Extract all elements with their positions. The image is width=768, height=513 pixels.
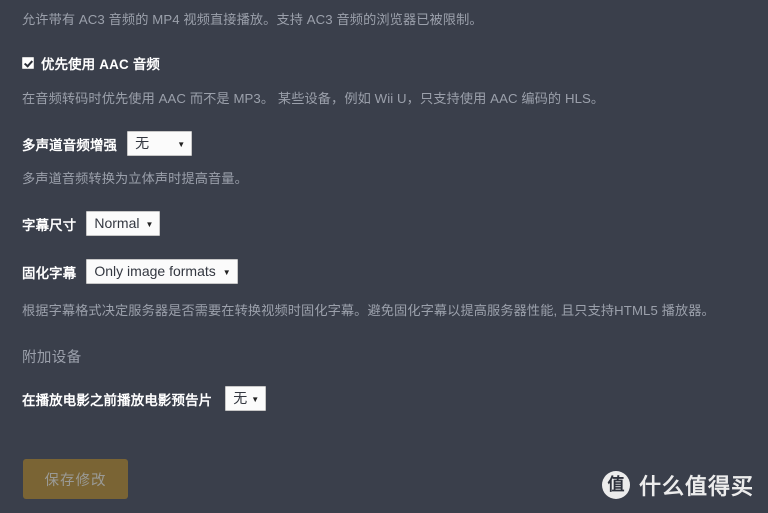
play-trailer-row: 在播放电影之前播放电影预告片 无 ▼: [22, 386, 267, 411]
prefer-aac-checkbox-row[interactable]: 优先使用 AAC 音频: [22, 53, 160, 73]
play-trailer-label: 在播放电影之前播放电影预告片: [22, 392, 213, 408]
burn-subtitles-select[interactable]: Only image formats ▼: [86, 259, 238, 284]
multichannel-boost-row: 多声道音频增强 无 ▼: [22, 131, 193, 156]
save-changes-button[interactable]: 保存修改: [23, 459, 128, 499]
settings-page: 允许带有 AC3 音频的 MP4 视频直接播放。支持 AC3 音频的浏览器已被限…: [0, 0, 768, 513]
chevron-down-icon: ▼: [145, 219, 154, 229]
multichannel-boost-description: 多声道音频转换为立体声时提高音量。: [22, 171, 248, 186]
burn-subtitles-description: 根据字幕格式决定服务器是否需要在转换视频时固化字幕。避免固化字幕以提高服务器性能…: [22, 303, 715, 318]
burn-subtitles-row: 固化字幕 Only image formats ▼: [22, 259, 238, 284]
multichannel-boost-label: 多声道音频增强: [22, 137, 118, 153]
play-trailer-value: 无: [233, 390, 248, 406]
burn-subtitles-label: 固化字幕: [22, 265, 77, 281]
watermark-text: 什么值得买: [638, 475, 754, 500]
play-trailer-select[interactable]: 无 ▼: [225, 386, 267, 411]
prefer-aac-description: 在音频转码时优先使用 AAC 而不是 MP3。 某些设备，例如 Wii U，只支…: [22, 91, 605, 106]
multichannel-boost-value: 无: [135, 135, 150, 151]
extra-devices-heading: 附加设备: [22, 350, 82, 366]
chevron-down-icon: ▼: [222, 267, 231, 277]
subtitle-size-row: 字幕尺寸 Normal ▼: [22, 211, 161, 236]
subtitle-size-label: 字幕尺寸: [22, 217, 77, 233]
smzdm-logo-icon: 值: [601, 471, 630, 499]
burn-subtitles-value: Only image formats: [94, 263, 216, 279]
prefer-aac-label: 优先使用 AAC 音频: [41, 57, 160, 72]
subtitle-size-value: Normal: [94, 215, 140, 231]
subtitle-size-select[interactable]: Normal ▼: [86, 211, 161, 236]
chevron-down-icon: ▼: [251, 394, 260, 404]
prefer-aac-checkbox[interactable]: [22, 57, 34, 69]
multichannel-boost-select[interactable]: 无 ▼: [127, 131, 193, 156]
chevron-down-icon: ▼: [177, 139, 186, 149]
ac3-description: 允许带有 AC3 音频的 MP4 视频直接播放。支持 AC3 音频的浏览器已被限…: [22, 12, 483, 27]
watermark: 值 什么值得买: [601, 469, 754, 501]
